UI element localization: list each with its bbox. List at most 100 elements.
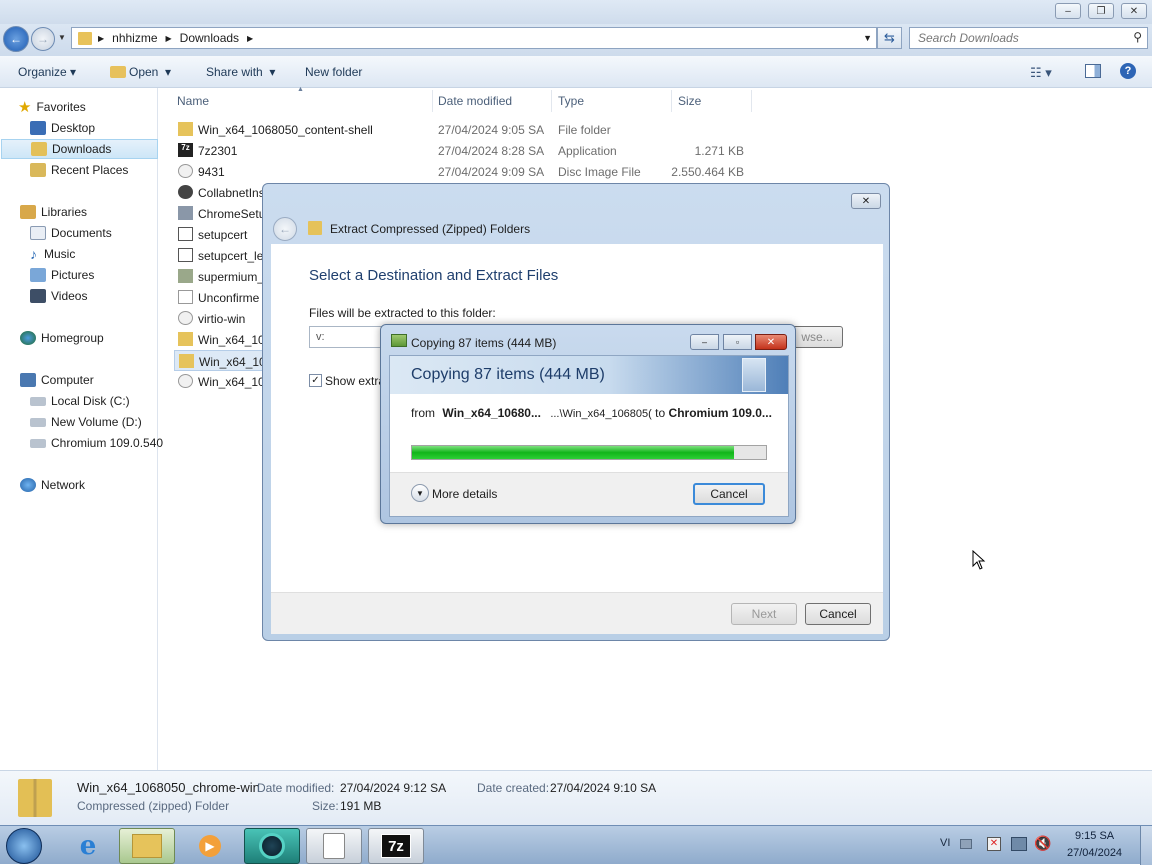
- new-folder-button[interactable]: New folder: [305, 65, 362, 79]
- nav-homegroup[interactable]: Homegroup: [20, 328, 177, 348]
- copy-minimize-button[interactable]: –: [690, 334, 719, 350]
- show-files-checkbox[interactable]: ✓: [309, 374, 322, 387]
- share-with-menu[interactable]: Share with ▾: [206, 65, 275, 79]
- view-options-icon[interactable]: ☷ ▾: [1030, 65, 1052, 81]
- organize-menu[interactable]: Organize ▾: [18, 65, 76, 79]
- taskbar-7zip[interactable]: 7z: [368, 828, 424, 864]
- nav-label: Desktop: [51, 121, 96, 135]
- file-name: 7z2301: [198, 144, 238, 158]
- nav-libraries[interactable]: Libraries: [20, 202, 177, 222]
- nav-chromium-drive[interactable]: Chromium 109.0.540: [30, 433, 187, 453]
- folder-icon: [178, 122, 193, 136]
- zip-folder-icon: [179, 354, 194, 368]
- disc-image-icon: [178, 311, 193, 325]
- minimize-button[interactable]: –: [1055, 3, 1081, 19]
- nav-music[interactable]: ♪ Music: [30, 244, 187, 264]
- nav-videos[interactable]: Videos: [30, 286, 187, 306]
- more-details-chevron-icon[interactable]: ▼: [411, 484, 429, 502]
- file-date: 27/04/2024 9:05 SA: [438, 123, 545, 137]
- copy-close-button[interactable]: ✕: [755, 334, 787, 350]
- copy-cancel-button[interactable]: Cancel: [693, 483, 765, 505]
- taskbar-ie[interactable]: e: [60, 828, 116, 864]
- open-label: Open: [129, 65, 159, 79]
- taskbar-explorer[interactable]: [119, 828, 175, 864]
- forward-button[interactable]: →: [31, 27, 55, 51]
- certificate-icon: [178, 227, 193, 241]
- nav-network[interactable]: Network: [20, 475, 177, 495]
- volume-muted-icon[interactable]: 🔇: [1034, 835, 1051, 852]
- file-name: virtio-win: [198, 312, 246, 326]
- refresh-button[interactable]: ⇆: [877, 27, 902, 49]
- zip-folder-large-icon: [18, 779, 52, 817]
- 7zip-icon: 7z: [381, 834, 411, 858]
- taskbar-media-player[interactable]: ▶: [182, 828, 238, 864]
- nav-desktop[interactable]: Desktop: [30, 118, 187, 138]
- more-details-link[interactable]: More details: [432, 487, 497, 501]
- command-bar: [0, 56, 1152, 88]
- nav-documents[interactable]: Documents: [30, 223, 187, 243]
- back-button[interactable]: ←: [3, 26, 29, 52]
- extract-folder-label: Files will be extracted to this folder:: [309, 306, 496, 320]
- file-size: 2.550.464 KB: [671, 165, 744, 179]
- help-icon[interactable]: ?: [1120, 63, 1136, 79]
- next-button[interactable]: Next: [731, 603, 797, 625]
- close-button[interactable]: ✕: [1121, 3, 1147, 19]
- details-date-modified-label: Date modified:: [257, 781, 335, 795]
- zip-extract-icon: [323, 833, 345, 859]
- network-tray-icon[interactable]: [1011, 837, 1027, 851]
- file-type: Application: [558, 144, 617, 158]
- nav-computer[interactable]: Computer: [20, 370, 177, 390]
- address-dropdown-icon[interactable]: ▼: [863, 33, 872, 43]
- address-bar[interactable]: ▶ nhhizme ▶ Downloads ▶ ▼: [71, 27, 877, 49]
- browse-button[interactable]: wse...: [791, 326, 843, 348]
- breadcrumb-user[interactable]: nhhizme: [112, 31, 157, 45]
- column-type[interactable]: Type: [558, 94, 584, 108]
- file-name: ChromeSetu: [198, 207, 266, 221]
- extract-cancel-button[interactable]: Cancel: [805, 603, 871, 625]
- column-divider: [671, 90, 672, 112]
- nav-recent-places[interactable]: Recent Places: [30, 160, 187, 180]
- column-date-modified[interactable]: Date modified: [438, 94, 512, 108]
- language-indicator[interactable]: VI: [940, 837, 950, 849]
- nav-favorites[interactable]: ★ Favorites: [18, 97, 175, 117]
- nav-downloads[interactable]: Downloads: [1, 139, 158, 159]
- sort-asc-icon: ▲: [297, 86, 304, 93]
- libraries-icon: [20, 205, 36, 219]
- file-row[interactable]: 9431 27/04/2024 9:09 SA Disc Image File 2.5…: [174, 161, 754, 182]
- extract-dialog-title: Extract Compressed (Zipped) Folders: [330, 222, 531, 236]
- column-size[interactable]: Size: [678, 94, 701, 108]
- nav-label: Documents: [51, 226, 112, 240]
- file-row[interactable]: 7z 7z2301 27/04/2024 8:28 SA Application 1.2…: [174, 140, 754, 161]
- extract-back-button[interactable]: ←: [273, 217, 297, 241]
- nav-label: Downloads: [52, 142, 112, 156]
- action-center-icon[interactable]: ✕: [987, 837, 1001, 851]
- copy-dialog-body: Copying 87 items (444 MB) from Win_x64_1…: [389, 355, 789, 517]
- file-date: 27/04/2024 8:28 SA: [438, 144, 545, 158]
- keyboard-icon[interactable]: [960, 839, 972, 849]
- column-name[interactable]: Name: [177, 94, 209, 108]
- open-menu[interactable]: Open ▾: [129, 65, 171, 79]
- nav-pictures[interactable]: Pictures: [30, 265, 187, 285]
- taskbar-chromium[interactable]: [244, 828, 300, 864]
- extract-folder-value: v:: [316, 331, 325, 343]
- mouse-cursor-icon: [972, 550, 986, 570]
- clock-date[interactable]: 27/04/2024: [1067, 847, 1122, 859]
- copy-maximize-button[interactable]: ▫: [723, 334, 752, 350]
- recent-pages-icon[interactable]: ▼: [58, 33, 66, 42]
- clock-time[interactable]: 9:15 SA: [1075, 830, 1114, 842]
- file-row[interactable]: Win_x64_1068050_content-shell 27/04/2024 …: [174, 119, 754, 140]
- taskbar-zip-extract[interactable]: [306, 828, 362, 864]
- breadcrumb-downloads[interactable]: Downloads: [180, 31, 239, 45]
- start-button[interactable]: [6, 828, 42, 864]
- maximize-button[interactable]: ❐: [1088, 3, 1114, 19]
- document-graphic-icon: [742, 358, 766, 392]
- extract-close-button[interactable]: ✕: [851, 193, 881, 209]
- preview-pane-icon[interactable]: [1085, 64, 1101, 78]
- recent-places-icon: [30, 163, 46, 177]
- documents-icon: [30, 226, 46, 240]
- explorer-icon: [132, 834, 162, 858]
- nav-local-disk[interactable]: Local Disk (C:): [30, 391, 187, 411]
- nav-new-volume[interactable]: New Volume (D:): [30, 412, 187, 432]
- show-desktop-button[interactable]: [1140, 826, 1152, 865]
- search-input[interactable]: Search Downloads ⚲: [909, 27, 1148, 49]
